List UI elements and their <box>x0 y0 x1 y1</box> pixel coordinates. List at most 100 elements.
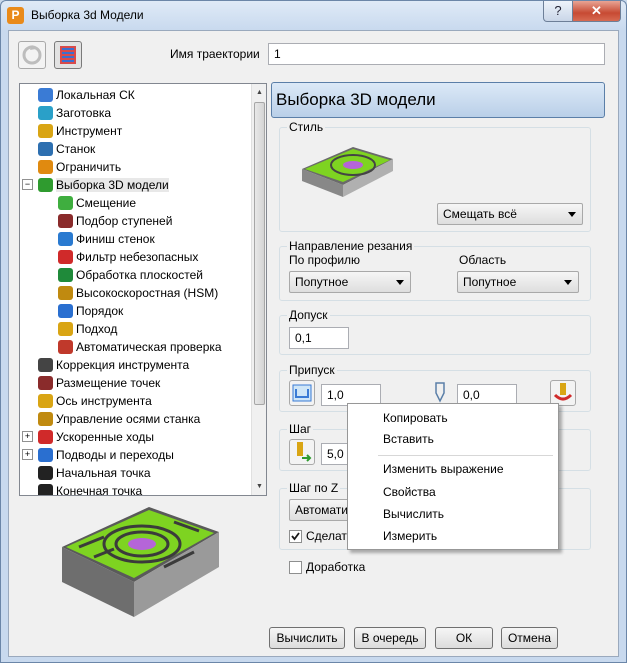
tolerance-input[interactable]: 0,1 <box>289 327 349 349</box>
app-icon: P <box>7 7 24 24</box>
cancel-button[interactable]: Отмена <box>501 627 558 649</box>
menu-item-edit-expression[interactable]: Изменить выражение <box>383 462 504 476</box>
ok-button[interactable]: ОК <box>435 627 493 649</box>
tree-item[interactable]: Конечная точка <box>38 482 143 496</box>
stepdown-checkbox[interactable] <box>289 530 302 543</box>
chevron-down-icon <box>396 280 404 285</box>
order-icon <box>58 304 73 318</box>
collapse-icon[interactable]: − <box>22 179 33 190</box>
tree-item[interactable]: Начальная точка <box>38 464 151 482</box>
tree-item[interactable]: Инструмент <box>38 122 122 140</box>
approach-icon <box>58 322 73 336</box>
tree-item[interactable]: Подход <box>58 320 117 338</box>
area-direction-select[interactable]: Попутное <box>457 271 579 293</box>
tree-item-label: Коррекция инструмента <box>56 358 190 372</box>
tree-item[interactable]: Высокоскоростная (HSM) <box>58 284 218 302</box>
hsm-icon <box>58 286 73 300</box>
tree-item[interactable]: Порядок <box>58 302 123 320</box>
thickness-mode-button[interactable] <box>289 380 315 406</box>
tool-icon <box>38 124 53 138</box>
recycle-toolpath-button[interactable] <box>18 41 46 69</box>
style-select-value: Смещать всё <box>443 207 517 221</box>
auto-verify-icon <box>58 340 73 354</box>
thickness-icon <box>292 384 312 402</box>
toolpath-preview-icon <box>60 46 76 64</box>
tree-item-label: Смещение <box>76 196 137 210</box>
tree-item[interactable]: Подбор ступеней <box>58 212 172 230</box>
menu-item-calculate[interactable]: Вычислить <box>383 507 444 521</box>
rapid-moves-icon <box>38 430 53 444</box>
tree-item-label: Станок <box>56 142 96 156</box>
title-bar: P Выборка 3d Модели ? ✕ <box>1 1 626 31</box>
menu-item-measure[interactable]: Измерить <box>383 529 437 543</box>
profile-direction-select[interactable]: Попутное <box>289 271 411 293</box>
tree-item[interactable]: Станок <box>38 140 95 158</box>
panel-header: Выборка 3D модели <box>271 82 605 118</box>
tree-item-label: Высокоскоростная (HSM) <box>76 286 219 300</box>
tree-item[interactable]: Локальная СК <box>38 86 135 104</box>
tree-item[interactable]: Заготовка <box>38 104 111 122</box>
end-point-icon <box>38 484 53 495</box>
unsafe-filter-icon <box>58 250 73 264</box>
tree-item-label: Фильтр небезопасных <box>76 250 199 264</box>
dialog-client: Имя траектории 1 Локальная СК Заготовка Ин… <box>8 30 619 657</box>
tree-item[interactable]: Ограничить <box>38 158 121 176</box>
tree-item-label: Конечная точка <box>56 484 143 496</box>
window-title: Выборка 3d Модели <box>31 8 144 22</box>
help-button[interactable]: ? <box>543 1 573 22</box>
tree-item-label: Финиш стенок <box>76 232 155 246</box>
leads-links-icon <box>38 448 53 462</box>
show-preview-button[interactable] <box>54 41 82 69</box>
tree-item[interactable]: − Выборка 3D модели <box>22 176 169 194</box>
area-direction-value: Попутное <box>463 275 517 289</box>
expand-icon[interactable]: + <box>22 449 33 460</box>
tool-compensation-icon <box>38 358 53 372</box>
menu-item-properties[interactable]: Свойства <box>383 485 436 499</box>
tree-item-label: Обработка плоскостей <box>76 268 203 282</box>
tree-item[interactable]: Финиш стенок <box>58 230 155 248</box>
tree-item-label: Размещение точек <box>56 376 161 390</box>
tree-item-label: Порядок <box>76 304 124 318</box>
scroll-up-arrow-icon[interactable]: ▲ <box>252 84 266 101</box>
expand-icon[interactable]: + <box>22 431 33 442</box>
calculate-button[interactable]: Вычислить <box>269 627 345 649</box>
stepover-icon <box>297 442 312 462</box>
tree-item[interactable]: Смещение <box>58 194 136 212</box>
tree-item[interactable]: Коррекция инструмента <box>38 356 189 374</box>
tree-item[interactable]: Обработка плоскостей <box>58 266 203 284</box>
tree-item[interactable]: + Подводы и переходы <box>22 446 174 464</box>
area-label: Область <box>459 253 507 267</box>
wall-finish-icon <box>58 232 73 246</box>
tree-item[interactable]: Автоматическая проверка <box>58 338 222 356</box>
style-group-title: Стиль <box>287 120 326 134</box>
close-button[interactable]: ✕ <box>572 1 621 22</box>
steps-icon <box>58 214 73 228</box>
rest-machining-checkbox[interactable] <box>289 561 302 574</box>
tree-item[interactable]: + Ускоренные ходы <box>22 428 154 446</box>
block-icon <box>38 106 53 120</box>
tree-item-label: Управление осями станка <box>56 412 201 426</box>
menu-item-paste[interactable]: Вставить <box>383 432 434 446</box>
tree-item[interactable]: Управление осями станка <box>38 410 200 428</box>
style-offset-image <box>302 147 393 197</box>
axial-thickness-icon <box>435 382 445 403</box>
cut-direction-title: Направление резания <box>287 239 415 253</box>
stepdown-title: Шаг по Z <box>287 481 341 495</box>
scroll-thumb[interactable] <box>254 102 265 405</box>
tree-item-label: Локальная СК <box>56 88 135 102</box>
profile-direction-value: Попутное <box>295 275 349 289</box>
start-point-icon <box>38 466 53 480</box>
tree-item[interactable]: Ось инструмента <box>38 392 152 410</box>
stepover-button[interactable] <box>289 439 315 465</box>
tree-scrollbar[interactable]: ▲ ▼ <box>251 84 266 495</box>
tree-item-label: Подводы и переходы <box>56 448 174 462</box>
menu-item-copy[interactable]: Копировать <box>383 411 448 425</box>
scroll-down-arrow-icon[interactable]: ▼ <box>252 478 266 495</box>
queue-button[interactable]: В очередь <box>354 627 426 649</box>
tree-item[interactable]: Размещение точек <box>38 374 160 392</box>
rest-machining-label: Доработка <box>306 560 366 574</box>
style-select[interactable]: Смещать всё <box>437 203 583 225</box>
trajectory-name-input[interactable]: 1 <box>268 43 605 65</box>
tree-item[interactable]: Фильтр небезопасных <box>58 248 198 266</box>
stepdown-mode-value: Автомати <box>295 503 349 517</box>
